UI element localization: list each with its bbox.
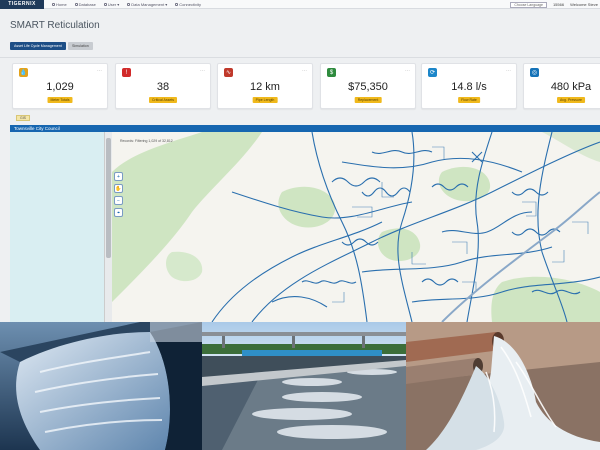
- photo-treatment-plant: [202, 322, 406, 450]
- top-navigation-bar: TIGERNIX Home Database User ▾ Data Manage…: [0, 0, 600, 9]
- card-label-badge: Pipe Length: [252, 97, 278, 103]
- card-value: 14.8 l/s: [451, 81, 487, 93]
- water-drop-icon: 💧: [19, 68, 28, 77]
- card-menu-icon[interactable]: ⋯: [506, 68, 511, 74]
- pan-tool-icon[interactable]: ✋: [114, 184, 123, 193]
- warning-icon: !: [122, 68, 131, 77]
- card-label-badge: Avg. Pressure: [557, 97, 585, 103]
- card-avg-pressure[interactable]: ◎⋯480 kPaAvg. Pressure: [523, 63, 600, 109]
- card-menu-icon[interactable]: ⋯: [405, 68, 410, 74]
- card-flow-rate[interactable]: ⟳ ⋯ 14.8 l/s Flow Rate: [421, 63, 517, 109]
- connectivity-icon: [175, 2, 179, 6]
- card-menu-icon[interactable]: ⋯: [302, 68, 307, 74]
- zoom-out-button[interactable]: −: [114, 196, 123, 205]
- data-icon: [127, 2, 131, 6]
- card-menu-icon[interactable]: ⋯: [97, 68, 102, 74]
- pulse-icon: ∿: [224, 68, 233, 77]
- nav-connectivity[interactable]: Connectivity: [175, 2, 201, 7]
- network-map[interactable]: [112, 132, 600, 322]
- photo-pipe-outflow: [406, 322, 600, 450]
- card-meter-totals[interactable]: 💧 ⋯ 1,029 Meter Totals: [12, 63, 108, 109]
- card-label-badge: Critical Assets: [149, 97, 177, 103]
- card-pipe-length[interactable]: ∿ ⋯ 12 km Pipe Length: [217, 63, 313, 109]
- gauge-icon: ◎: [530, 68, 539, 77]
- nav-user[interactable]: User ▾: [103, 2, 119, 7]
- user-icon: [103, 2, 107, 6]
- card-replacement[interactable]: $ ⋯ $75,350 Replacement: [320, 63, 416, 109]
- card-value: 1,029: [46, 81, 74, 93]
- database-icon: [74, 2, 78, 6]
- top-right-controls: Choose Language 15566 Welcome Steve: [510, 0, 600, 9]
- select-tool-icon[interactable]: ⌖: [114, 208, 123, 217]
- map-record-caption: Records: Filtering 1,029 of 32,812: [120, 139, 173, 143]
- divider: [0, 57, 600, 58]
- card-menu-icon[interactable]: ⋯: [200, 68, 205, 74]
- gis-tab[interactable]: GIS: [16, 115, 30, 121]
- tigernix-logo[interactable]: TIGERNIX: [0, 0, 44, 9]
- card-value: 12 km: [250, 81, 280, 93]
- dollar-icon: $: [327, 68, 336, 77]
- account-number: 15566: [552, 2, 565, 7]
- asset-life-cycle-button[interactable]: Asset Life Cycle Management: [10, 42, 66, 50]
- map-canvas: [112, 132, 600, 322]
- photo-water-channel: [0, 322, 202, 450]
- card-label-badge: Replacement: [354, 97, 382, 103]
- nav-data-management[interactable]: Data Management ▾: [127, 2, 167, 7]
- zoom-in-button[interactable]: +: [114, 172, 123, 181]
- card-value: $75,350: [348, 81, 388, 93]
- nav-home[interactable]: Home: [52, 2, 67, 7]
- page-title: SMART Reticulation: [10, 20, 100, 31]
- map-panel-header: Townsville City Council: [10, 125, 600, 132]
- welcome-text[interactable]: Welcome Steve: [570, 2, 598, 7]
- language-select[interactable]: Choose Language: [510, 1, 547, 8]
- home-icon: [52, 2, 55, 6]
- simulation-button[interactable]: Simulation: [68, 42, 93, 50]
- card-label-badge: Flow Rate: [458, 97, 480, 103]
- card-value: 480 kPa: [550, 81, 592, 93]
- scrollbar-thumb[interactable]: [106, 138, 111, 258]
- nav-database[interactable]: Database: [74, 2, 96, 7]
- card-critical-assets[interactable]: ! ⋯ 38 Critical Assets: [115, 63, 211, 109]
- card-value: 38: [156, 81, 170, 93]
- card-label-badge: Meter Totals: [47, 97, 73, 103]
- flow-icon: ⟳: [428, 68, 437, 77]
